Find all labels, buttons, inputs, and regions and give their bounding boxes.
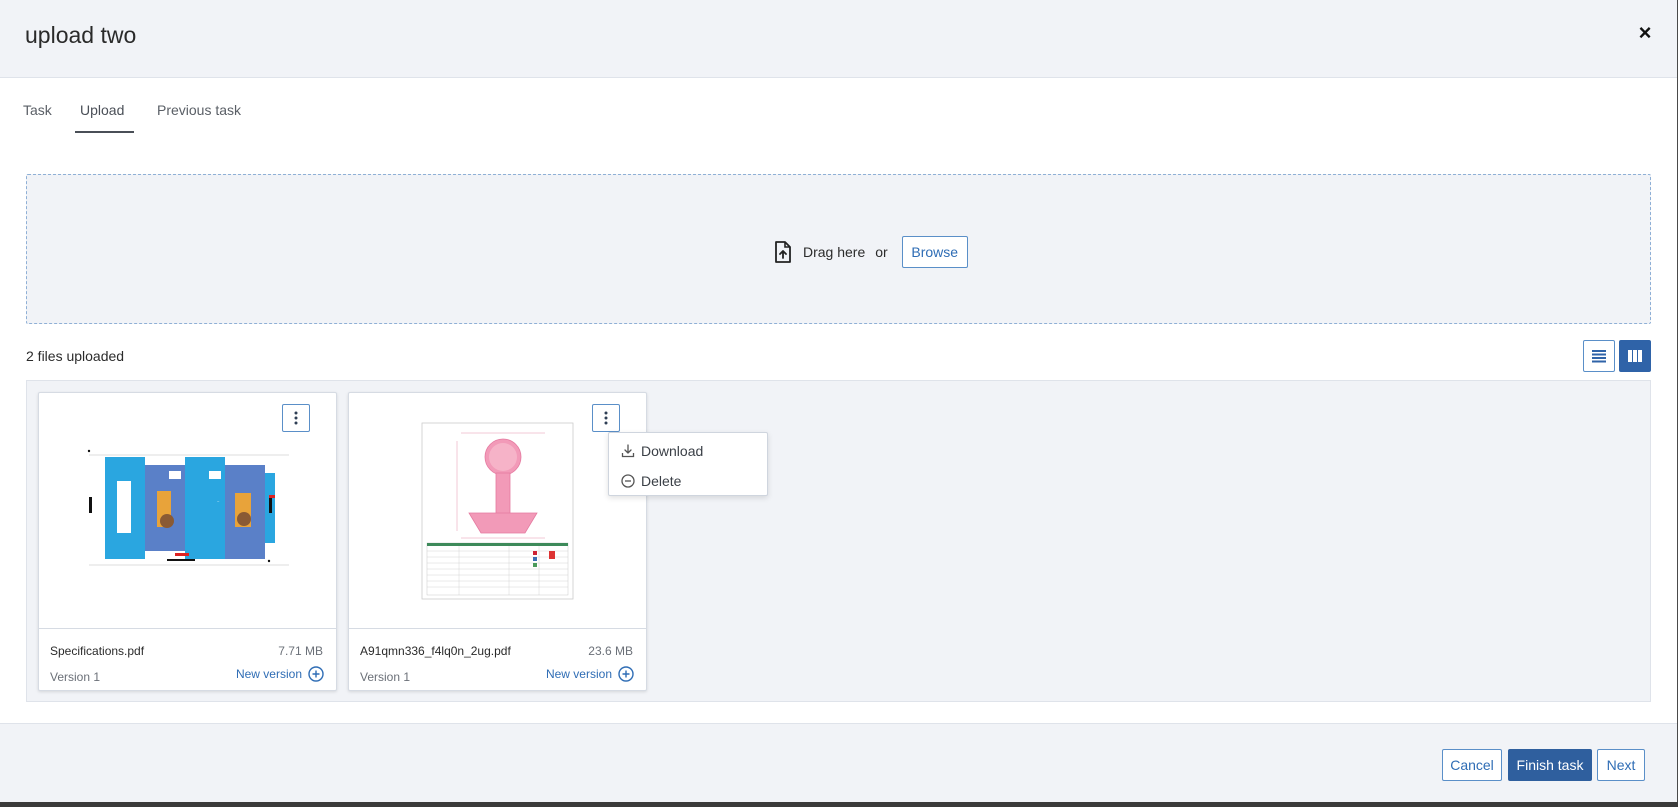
menu-item-label: Delete (641, 473, 682, 489)
dialog-title: upload two (25, 22, 137, 48)
plus-circle-icon (308, 666, 324, 682)
upload-dialog: upload two × Task Upload Previous task D… (0, 0, 1678, 807)
next-button[interactable]: Next (1597, 749, 1645, 781)
file-name: Specifications.pdf (50, 644, 145, 658)
file-dropzone[interactable]: Drag here or Browse (26, 174, 1651, 324)
minus-circle-icon (621, 474, 635, 488)
finish-task-button[interactable]: Finish task (1508, 749, 1592, 781)
file-card[interactable]: A91qmn336_f4lq0n_2ug.pdf 23.6 MB Version… (348, 392, 647, 691)
new-version-button[interactable]: New version (546, 666, 634, 682)
dialog-header: upload two × (0, 0, 1677, 78)
more-vertical-icon (604, 411, 608, 425)
tab-previous-task[interactable]: Previous task (157, 102, 241, 118)
drag-here-text: Drag here (803, 244, 866, 260)
menu-item-delete[interactable]: Delete (621, 471, 681, 491)
file-size: 7.71 MB (278, 644, 323, 658)
window-bottom-edge (0, 802, 1678, 807)
active-tab-indicator (75, 131, 134, 133)
menu-item-download[interactable]: Download (621, 441, 703, 461)
grid-view-icon (1628, 350, 1642, 362)
cancel-button[interactable]: Cancel (1442, 749, 1502, 781)
menu-item-label: Download (641, 443, 704, 459)
file-card[interactable]: ~ Specifications.pdf 7.71 MB Version 1 N… (38, 392, 337, 691)
or-text: or (875, 244, 888, 260)
plus-circle-icon (618, 666, 634, 682)
file-size: 23.6 MB (588, 644, 633, 658)
file-upload-icon (775, 241, 791, 263)
files-uploaded-count: 2 files uploaded (26, 348, 125, 364)
file-name: A91qmn336_f4lq0n_2ug.pdf (360, 644, 511, 658)
list-view-icon (1592, 350, 1606, 363)
tab-task[interactable]: Task (23, 102, 52, 118)
new-version-label: New version (235, 667, 302, 681)
close-icon[interactable]: × (1634, 22, 1656, 44)
browse-button[interactable]: Browse (901, 236, 968, 268)
file-grid: ~ Specifications.pdf 7.71 MB Version 1 N… (26, 380, 1651, 702)
dialog-footer: Cancel Finish task Next (0, 723, 1677, 807)
tab-bar: Task Upload Previous task (0, 78, 1677, 138)
new-version-button[interactable]: New version (236, 666, 324, 682)
file-options-button[interactable] (282, 404, 310, 432)
download-icon (621, 444, 635, 458)
file-options-button[interactable] (592, 404, 620, 432)
file-version: Version 1 (360, 670, 411, 684)
new-version-label: New version (545, 667, 612, 681)
more-vertical-icon (294, 411, 298, 425)
tab-upload[interactable]: Upload (80, 102, 124, 118)
file-version: Version 1 (50, 670, 101, 684)
list-view-button[interactable] (1583, 340, 1615, 372)
file-context-menu: Download Delete (608, 432, 768, 496)
grid-view-button[interactable] (1619, 340, 1651, 372)
